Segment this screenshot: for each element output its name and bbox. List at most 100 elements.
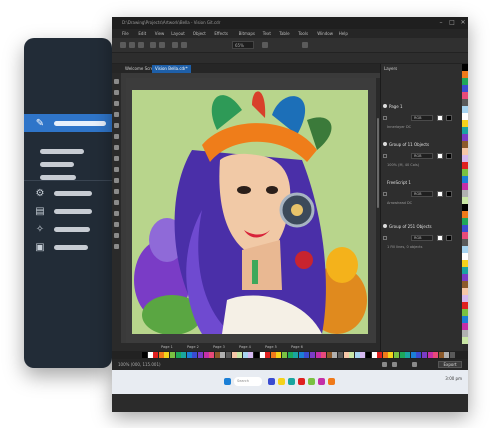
palette-swatch[interactable] <box>462 260 468 267</box>
palette-swatch[interactable] <box>462 183 468 190</box>
sidebar-item-6[interactable]: ▤ <box>24 202 112 220</box>
palette-swatch[interactable] <box>462 267 468 274</box>
page-tab[interactable]: Page 4 <box>239 344 251 350</box>
palette-swatch[interactable] <box>462 106 468 113</box>
menu-help[interactable]: Help <box>339 29 348 38</box>
palette-swatch[interactable] <box>198 352 203 358</box>
tool-icon[interactable] <box>114 134 119 139</box>
palette-swatch[interactable] <box>462 253 468 260</box>
tool-icon[interactable] <box>114 167 119 172</box>
menu-layout[interactable]: Layout <box>171 29 185 38</box>
palette-swatch[interactable] <box>248 352 254 358</box>
palette-swatch[interactable] <box>444 352 450 358</box>
palette-swatch[interactable] <box>422 352 427 358</box>
palette-swatch[interactable] <box>242 352 248 358</box>
palette-swatch[interactable] <box>192 352 198 358</box>
page-tab[interactable]: Page 1 <box>161 344 173 350</box>
checkbox[interactable] <box>383 236 387 240</box>
color-mode-select[interactable]: RGB <box>411 153 433 159</box>
palette-swatch[interactable] <box>405 352 411 358</box>
tool-icon[interactable] <box>114 211 119 216</box>
menu-window[interactable]: Window <box>317 29 333 38</box>
palette-swatch[interactable] <box>462 120 468 127</box>
tool-icon[interactable] <box>114 112 119 117</box>
palette-swatch[interactable] <box>399 352 405 358</box>
menu-view[interactable]: View <box>155 29 165 38</box>
palette-swatch[interactable] <box>427 352 433 358</box>
export-button[interactable]: Export <box>438 361 462 368</box>
zoom-select[interactable]: 65% <box>232 41 254 49</box>
tool-icon[interactable] <box>114 79 119 84</box>
palette-swatch[interactable] <box>332 352 338 358</box>
palette-swatch[interactable] <box>462 309 468 316</box>
page-tab[interactable]: Page 3 <box>213 344 225 350</box>
palette-swatch[interactable] <box>231 352 237 358</box>
menu-table[interactable]: Table <box>279 29 289 38</box>
palette-swatch[interactable] <box>462 316 468 323</box>
palette-swatch[interactable] <box>276 352 282 358</box>
palette-swatch[interactable] <box>462 127 468 134</box>
checkbox[interactable] <box>383 116 387 120</box>
tool-icon[interactable] <box>114 200 119 205</box>
palette-swatch[interactable] <box>254 352 259 358</box>
open-icon[interactable] <box>129 42 135 48</box>
page-tab[interactable]: Page 6 <box>291 344 303 350</box>
tab-document[interactable]: Vision Bella.cdr* <box>152 65 191 73</box>
palette-swatch[interactable] <box>214 352 220 358</box>
tool-icon[interactable] <box>114 244 119 249</box>
tool-icon[interactable] <box>114 178 119 183</box>
swatch[interactable] <box>446 235 452 241</box>
palette-swatch[interactable] <box>388 352 394 358</box>
tool-icon[interactable] <box>114 145 119 150</box>
artboard[interactable] <box>132 90 368 334</box>
checkbox[interactable] <box>383 192 387 196</box>
palette-swatch[interactable] <box>298 352 304 358</box>
palette-swatch[interactable] <box>394 352 399 358</box>
palette-swatch[interactable] <box>371 352 377 358</box>
palette-swatch[interactable] <box>462 218 468 225</box>
redo-icon[interactable] <box>159 42 165 48</box>
palette-swatch[interactable] <box>142 352 147 358</box>
palette-swatch[interactable] <box>304 352 310 358</box>
palette-swatch[interactable] <box>462 288 468 295</box>
palette-swatch[interactable] <box>354 352 360 358</box>
search-box[interactable]: Search <box>234 377 262 386</box>
minimize-icon[interactable]: – <box>436 17 446 29</box>
app-icon[interactable] <box>318 378 325 385</box>
maximize-icon[interactable]: □ <box>447 17 457 29</box>
palette-swatch[interactable] <box>220 352 226 358</box>
palette-swatch[interactable] <box>462 169 468 176</box>
snap-icon[interactable] <box>262 42 268 48</box>
palette-swatch[interactable] <box>462 204 468 211</box>
palette-swatch[interactable] <box>462 190 468 197</box>
lock-icon[interactable] <box>412 362 417 367</box>
menu-edit[interactable]: Edit <box>138 29 146 38</box>
palette-swatch[interactable] <box>282 352 287 358</box>
palette-swatch[interactable] <box>265 352 271 358</box>
palette-swatch[interactable] <box>321 352 327 358</box>
palette-swatch[interactable] <box>315 352 321 358</box>
palette-swatch[interactable] <box>186 352 192 358</box>
swatch[interactable] <box>437 235 443 241</box>
drawing-canvas[interactable] <box>126 78 380 343</box>
palette-swatch[interactable] <box>226 352 231 358</box>
palette-swatch[interactable] <box>270 352 276 358</box>
palette-swatch[interactable] <box>366 352 371 358</box>
tool-icon[interactable] <box>114 156 119 161</box>
tool-icon[interactable] <box>114 90 119 95</box>
palette-swatch[interactable] <box>462 92 468 99</box>
palette-swatch[interactable] <box>462 302 468 309</box>
palette-swatch[interactable] <box>349 352 355 358</box>
palette-swatch[interactable] <box>410 352 416 358</box>
tool-icon[interactable] <box>114 222 119 227</box>
options-icon[interactable] <box>302 42 308 48</box>
sidebar-item-7[interactable]: ✧ <box>24 220 112 238</box>
palette-swatch[interactable] <box>181 352 187 358</box>
color-mode-select[interactable]: RGB <box>411 115 433 121</box>
palette-swatch[interactable] <box>462 246 468 253</box>
sidebar-item-5[interactable]: ⚙ <box>24 184 112 202</box>
palette-swatch[interactable] <box>462 64 468 71</box>
palette-swatch[interactable] <box>462 274 468 281</box>
palette-swatch[interactable] <box>462 78 468 85</box>
swatch[interactable] <box>446 191 452 197</box>
